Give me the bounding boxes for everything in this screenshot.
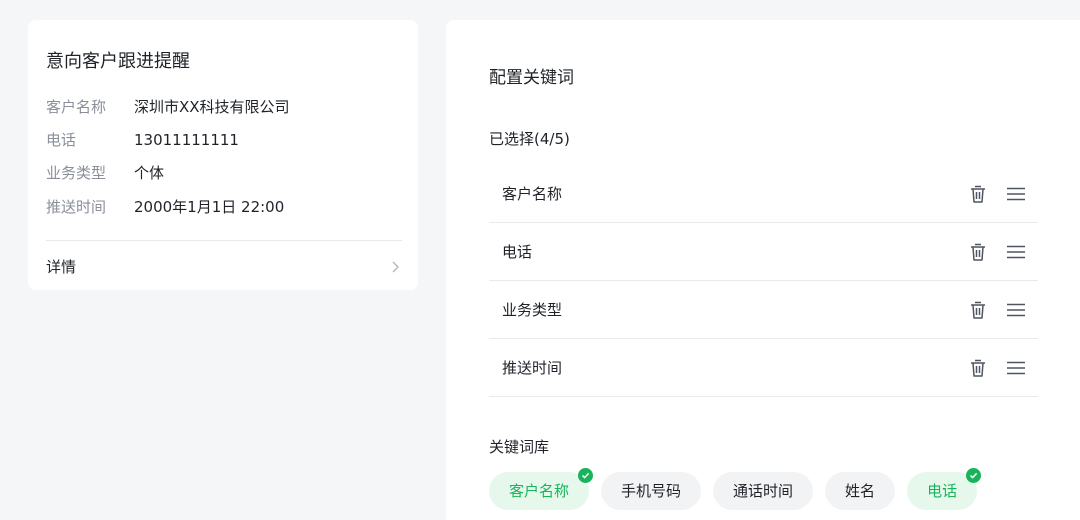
reminder-card: 意向客户跟进提醒 客户名称 深圳市XX科技有限公司 电话 13011111111… xyxy=(28,20,418,290)
info-row-push-time: 推送时间 2000年1月1日 22:00 xyxy=(46,196,284,218)
drag-handle-icon[interactable] xyxy=(1006,184,1026,204)
delete-icon[interactable] xyxy=(968,358,988,378)
check-icon xyxy=(966,468,982,483)
keyword-library-chips: 客户名称 手机号码 通话时间 姓名 电话 xyxy=(489,468,982,510)
info-value: 深圳市XX科技有限公司 xyxy=(134,98,290,116)
delete-icon[interactable] xyxy=(968,300,988,320)
keyword-label: 业务类型 xyxy=(502,301,563,319)
drag-handle-icon[interactable] xyxy=(1006,300,1026,320)
info-value: 2000年1月1日 22:00 xyxy=(134,198,285,216)
info-value: 13011111111 xyxy=(134,131,239,149)
check-icon xyxy=(578,468,594,483)
selected-keyword-row: 推送时间 xyxy=(489,339,1038,397)
info-key: 业务类型 xyxy=(46,164,107,182)
chevron-right-icon xyxy=(388,259,402,273)
chip-label: 电话 xyxy=(927,482,958,500)
panel-title: 配置关键词 xyxy=(489,68,574,88)
keyword-chip[interactable]: 姓名 xyxy=(825,472,896,510)
drag-handle-icon[interactable] xyxy=(1006,242,1026,262)
info-key: 客户名称 xyxy=(46,98,107,116)
info-row-customer-name: 客户名称 深圳市XX科技有限公司 xyxy=(46,96,290,118)
keyword-chip[interactable]: 手机号码 xyxy=(601,472,702,510)
delete-icon[interactable] xyxy=(968,242,988,262)
selected-keyword-row: 客户名称 xyxy=(489,165,1038,223)
keyword-chip-selected[interactable]: 客户名称 xyxy=(489,468,594,510)
keyword-label: 推送时间 xyxy=(502,359,563,377)
info-row-phone: 电话 13011111111 xyxy=(46,129,239,151)
reminder-card-title: 意向客户跟进提醒 xyxy=(46,51,190,72)
keyword-library-label: 关键词库 xyxy=(489,438,550,456)
chip-label: 手机号码 xyxy=(621,482,682,500)
delete-icon[interactable] xyxy=(968,184,988,204)
selected-keyword-row: 业务类型 xyxy=(489,281,1038,339)
keyword-config-panel: 配置关键词 已选择(4/5) 客户名称 电话 业务类型 推送时间 关键词库 客户… xyxy=(446,20,1080,520)
selected-count-label: 已选择(4/5) xyxy=(489,130,570,148)
chip-label: 姓名 xyxy=(845,482,876,500)
detail-label: 详情 xyxy=(46,257,77,276)
selected-keyword-row: 电话 xyxy=(489,223,1038,281)
keyword-chip[interactable]: 通话时间 xyxy=(713,472,814,510)
keyword-chip-selected[interactable]: 电话 xyxy=(907,468,982,510)
info-value: 个体 xyxy=(134,164,165,182)
card-divider xyxy=(46,240,402,241)
chip-label: 通话时间 xyxy=(733,482,794,500)
selected-keyword-list: 客户名称 电话 业务类型 推送时间 xyxy=(489,165,1038,397)
detail-link[interactable]: 详情 xyxy=(46,254,402,278)
keyword-label: 客户名称 xyxy=(502,185,563,203)
info-row-business-type: 业务类型 个体 xyxy=(46,162,164,184)
info-key: 推送时间 xyxy=(46,198,107,216)
keyword-label: 电话 xyxy=(502,243,533,261)
chip-label: 客户名称 xyxy=(509,482,570,500)
info-key: 电话 xyxy=(46,131,77,149)
drag-handle-icon[interactable] xyxy=(1006,358,1026,378)
